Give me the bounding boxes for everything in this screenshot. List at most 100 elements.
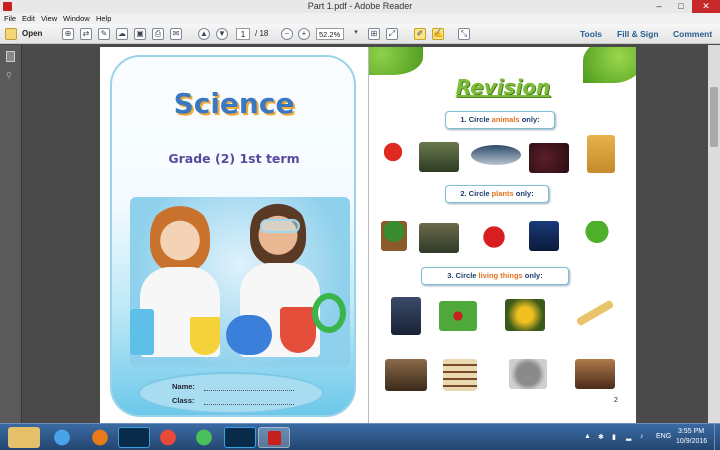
pdf-page-revision: Revision 1. Circle animals only: 2. Circ… xyxy=(368,47,636,423)
total-pages: / 18 xyxy=(255,29,269,38)
attachments-icon[interactable]: ⚲ xyxy=(6,71,15,80)
page-number-input[interactable]: 1 xyxy=(236,28,250,40)
ladybug-image xyxy=(439,301,477,331)
cover-title: Science xyxy=(173,87,295,120)
windows-taskbar: ▲ ✱ ▮ ▂ ♪ ENG 3:55 PM 10/9/2016 xyxy=(0,423,720,450)
question-2-prefix: 2. Circle xyxy=(460,189,492,198)
sticky-note-icon[interactable]: ✐ xyxy=(414,28,426,40)
minimize-button[interactable]: – xyxy=(648,0,670,13)
menu-edit[interactable]: Edit xyxy=(22,14,35,23)
page-thumbnails-icon[interactable] xyxy=(6,51,15,62)
question-3-box: 3. Circle living things only: xyxy=(421,267,569,285)
tree-image xyxy=(581,221,613,251)
photoshop-2-taskbar-icon[interactable] xyxy=(224,427,256,448)
eagle-image xyxy=(529,221,559,251)
name-label: Name: xyxy=(172,382,195,391)
adobe-reader-taskbar-icon[interactable] xyxy=(258,427,290,448)
question-1-highlight: animals xyxy=(491,115,520,124)
download-manager-taskbar-icon[interactable] xyxy=(188,427,220,448)
zoom-dropdown-icon[interactable]: ▾ xyxy=(350,28,362,40)
class-label: Class: xyxy=(172,396,195,405)
export-icon[interactable]: ⇄ xyxy=(80,28,92,40)
safety-goggles xyxy=(260,219,300,233)
show-desktop-button[interactable] xyxy=(714,424,720,450)
pdf-icon xyxy=(268,431,281,445)
firefox-taskbar-icon[interactable] xyxy=(84,427,116,448)
print-icon[interactable]: ⎙ xyxy=(152,28,164,40)
maximize-button[interactable]: □ xyxy=(670,0,692,13)
comment-button[interactable]: Comment xyxy=(673,29,712,39)
blue-cylinder xyxy=(130,309,154,355)
books-image xyxy=(443,359,477,391)
cloud-icon[interactable]: ☁ xyxy=(116,28,128,40)
read-mode-icon[interactable]: ⤡ xyxy=(458,28,470,40)
menu-view[interactable]: View xyxy=(41,14,57,23)
sunflowers-image xyxy=(505,299,545,331)
red-flask xyxy=(280,307,316,353)
question-3-suffix: only: xyxy=(522,271,543,280)
menu-bar: File Edit View Window Help xyxy=(0,13,720,24)
show-hidden-icons[interactable]: ▲ xyxy=(584,433,591,440)
zoom-select[interactable]: 52.2% xyxy=(316,28,344,40)
battery-icon[interactable]: ▮ xyxy=(612,433,616,441)
giraffe-image xyxy=(587,135,615,173)
save-icon[interactable]: ▣ xyxy=(134,28,146,40)
zoom-in-icon[interactable]: + xyxy=(298,28,310,40)
highlight-icon[interactable]: ✍ xyxy=(432,28,444,40)
backpack-image xyxy=(391,297,421,335)
create-pdf-icon[interactable]: ⊕ xyxy=(62,28,74,40)
page-number: 2 xyxy=(614,397,618,404)
bluetooth-icon[interactable]: ✱ xyxy=(598,433,604,441)
navigation-pane: ⚲ xyxy=(0,45,22,423)
menu-help[interactable]: Help xyxy=(96,14,111,23)
name-line xyxy=(204,390,294,391)
question-3-prefix: 3. Circle xyxy=(447,271,479,280)
email-icon[interactable]: ✉ xyxy=(170,28,182,40)
vertical-scrollbar[interactable] xyxy=(708,45,720,423)
girl-figure xyxy=(150,202,210,272)
blue-flask xyxy=(226,315,272,355)
fill-sign-button[interactable]: Fill & Sign xyxy=(617,29,659,39)
menu-file[interactable]: File xyxy=(4,14,16,23)
fish-image xyxy=(471,145,521,165)
magnifying-glass xyxy=(312,293,346,333)
question-2-suffix: only: xyxy=(513,189,534,198)
toolbar: Open ⊕ ⇄ ✎ ☁ ▣ ⎙ ✉ ▲ ▼ 1 / 18 − + 52.2% … xyxy=(0,24,720,44)
open-button[interactable]: Open xyxy=(22,29,42,43)
question-2-box: 2. Circle plants only: xyxy=(445,185,549,203)
question-1-box: 1. Circle animals only: xyxy=(445,111,555,129)
close-button[interactable]: ✕ xyxy=(692,0,720,13)
file-explorer-taskbar-icon[interactable] xyxy=(8,427,40,448)
elephant-image xyxy=(509,359,547,389)
grapes-image xyxy=(529,143,569,173)
toucan-image xyxy=(419,142,459,172)
tools-button[interactable]: Tools xyxy=(580,29,602,39)
cover-grade: Grade (2) 1st term xyxy=(168,151,300,166)
ruler-image xyxy=(575,299,615,327)
next-page-icon[interactable]: ▼ xyxy=(216,28,228,40)
scrollbar-thumb[interactable] xyxy=(710,87,718,147)
menu-window[interactable]: Window xyxy=(63,14,90,23)
apple-image xyxy=(383,139,403,165)
question-1-suffix: only: xyxy=(519,115,540,124)
potted-plant-image xyxy=(381,221,407,251)
language-indicator[interactable]: ENG xyxy=(656,433,671,440)
fit-width-icon[interactable]: ⤢ xyxy=(386,28,398,40)
window-title: Part 1.pdf - Adobe Reader xyxy=(307,1,413,11)
revision-title: Revision xyxy=(455,75,551,99)
volume-icon[interactable]: ♪ xyxy=(640,433,644,440)
fit-page-icon[interactable]: ⊞ xyxy=(368,28,380,40)
previous-page-icon[interactable]: ▲ xyxy=(198,28,210,40)
children-science-photo xyxy=(130,197,350,367)
internet-explorer-taskbar-icon[interactable] xyxy=(46,427,78,448)
clock-time[interactable]: 3:55 PM xyxy=(678,428,704,435)
edit-pdf-icon[interactable]: ✎ xyxy=(98,28,110,40)
clock-date[interactable]: 10/9/2016 xyxy=(676,438,707,445)
question-3-highlight: living things xyxy=(478,271,523,280)
open-folder-icon[interactable] xyxy=(5,28,17,40)
photoshop-taskbar-icon[interactable] xyxy=(118,427,150,448)
pdf-page-cover: Science Grade (2) 1st term Name: Class: xyxy=(100,47,368,423)
zoom-out-icon[interactable]: − xyxy=(281,28,293,40)
chrome-taskbar-icon[interactable] xyxy=(152,427,184,448)
network-icon[interactable]: ▂ xyxy=(626,433,631,441)
